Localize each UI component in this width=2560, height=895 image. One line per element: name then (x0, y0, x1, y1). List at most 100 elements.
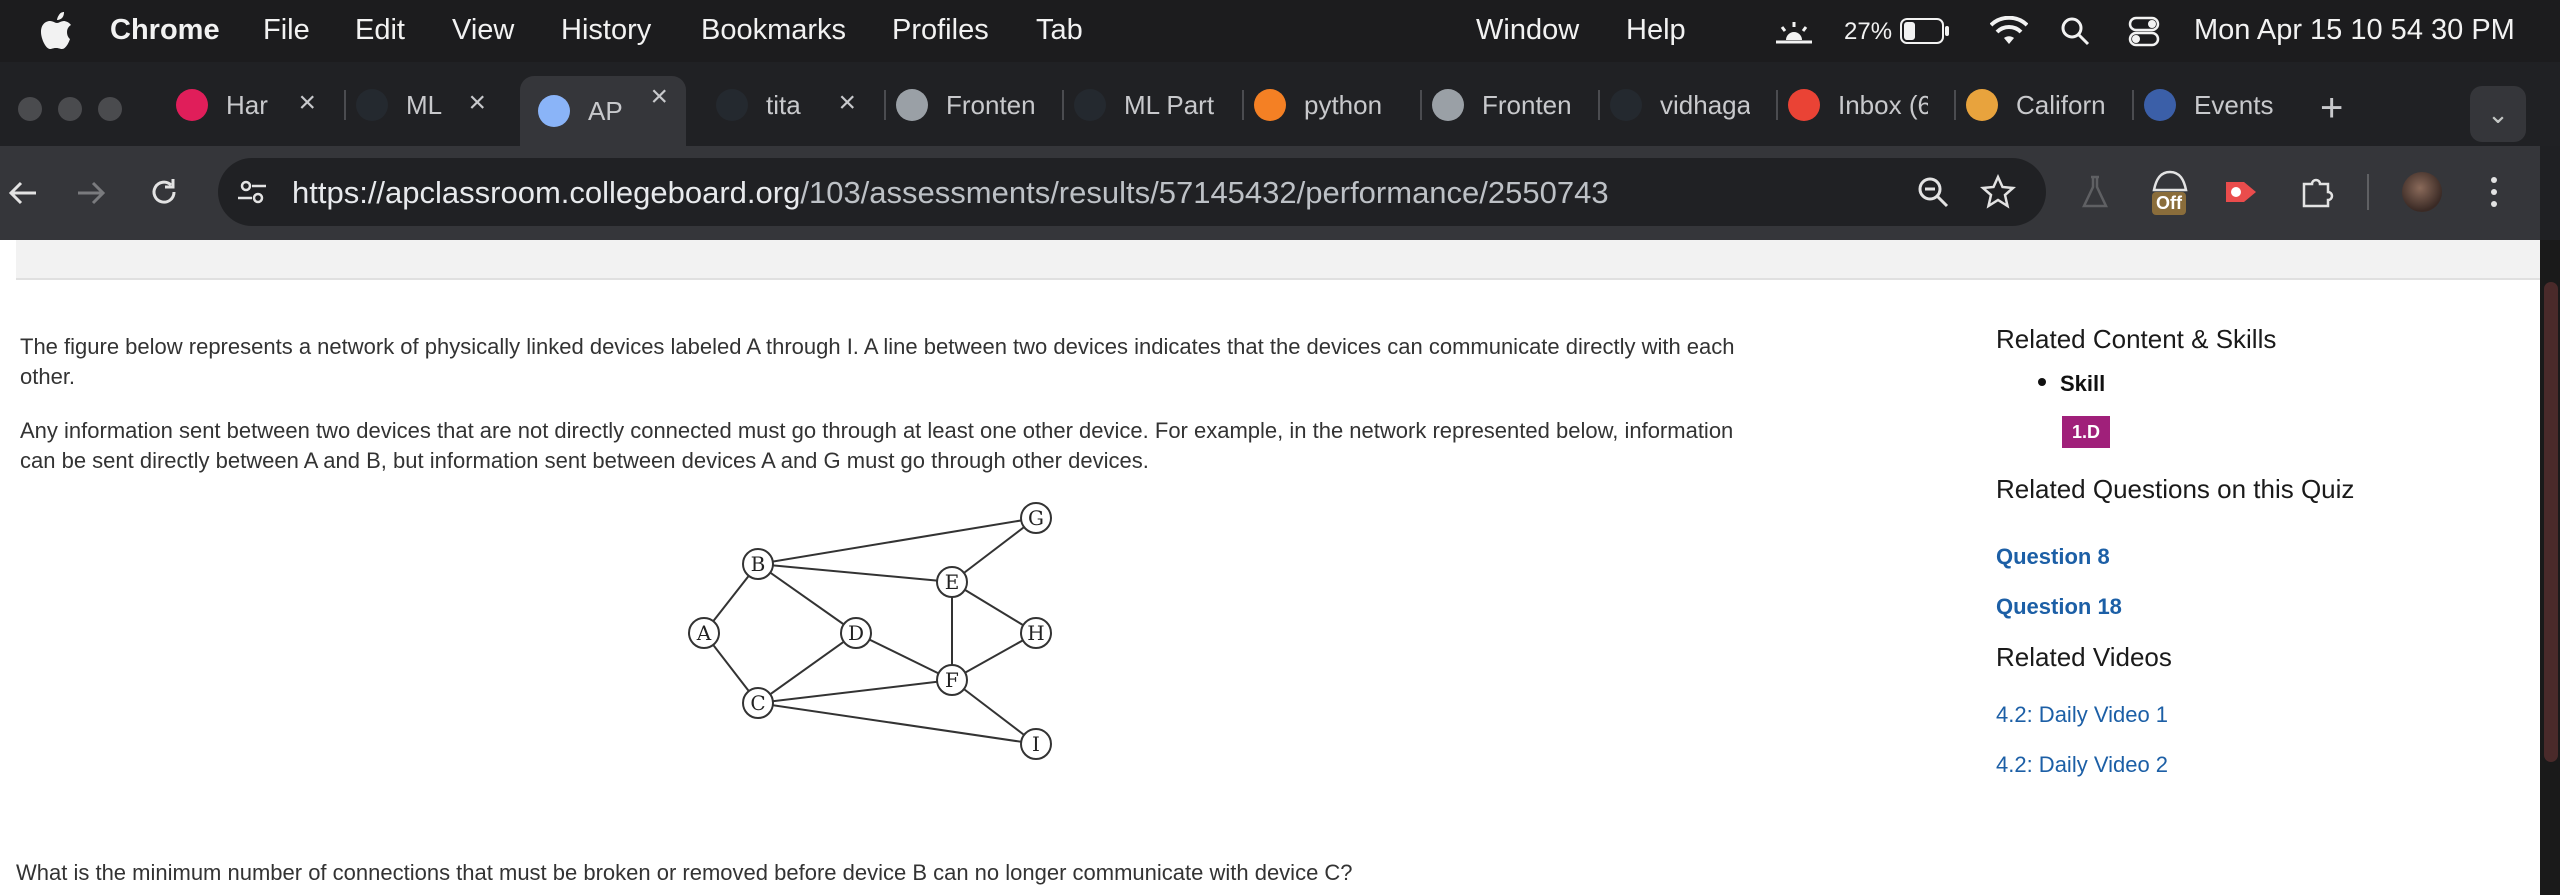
network-edge-C-F (757, 679, 953, 704)
menu-file[interactable]: File (263, 14, 310, 47)
menu-window[interactable]: Window (1476, 14, 1579, 47)
browser-tab[interactable]: AP × (520, 76, 686, 146)
site-info-icon[interactable] (236, 176, 268, 208)
tab-separator (1598, 90, 1600, 120)
menu-app-chrome[interactable]: Chrome (110, 14, 220, 47)
browser-tab[interactable]: ML × (356, 82, 486, 128)
tab-search-chevron-icon[interactable]: ⌄ (2470, 86, 2526, 142)
macos-menubar: Chrome File Edit View History Bookmarks … (0, 0, 2560, 62)
tab-title: Inbox (6 (1838, 89, 1928, 120)
browser-tab[interactable]: python (1254, 82, 1394, 128)
slack-icon (176, 89, 208, 121)
menu-profiles[interactable]: Profiles (892, 14, 989, 47)
bookmark-star-icon[interactable] (1980, 174, 2016, 210)
network-node-I: I (1020, 728, 1052, 760)
daily-video-2-link[interactable]: 4.2: Daily Video 2 (1996, 752, 2168, 778)
browser-tab[interactable]: Fronten (1432, 82, 1572, 128)
browser-tab[interactable]: Har × (176, 82, 316, 128)
battery-icon[interactable] (1900, 18, 1950, 44)
network-node-A: A (688, 617, 720, 649)
extension-off-label: Off (2152, 192, 2186, 215)
window-zoom-button[interactable] (98, 97, 122, 121)
tab-title: AP (588, 95, 623, 126)
network-edge-B-G (757, 517, 1037, 565)
back-arrow-icon[interactable] (8, 178, 38, 208)
browser-tab[interactable]: tita × (716, 82, 856, 128)
tab-title: python (1304, 89, 1383, 120)
question-prompt-text: What is the minimum number of connection… (16, 860, 1353, 885)
tab-title: ML Part (1124, 89, 1215, 120)
brightness-icon[interactable] (1774, 16, 1814, 46)
browser-tab[interactable]: ML Part (1074, 82, 1224, 128)
browser-tab[interactable]: Events (2144, 82, 2274, 128)
tab-separator (1062, 90, 1064, 120)
apple-icon[interactable] (40, 12, 74, 50)
forward-arrow-icon[interactable] (76, 178, 106, 208)
window-close-button[interactable] (18, 97, 42, 121)
extensions-puzzle-icon[interactable] (2298, 174, 2334, 210)
web-icon (1432, 89, 1464, 121)
browser-tab[interactable]: Inbox (6 (1788, 82, 1928, 128)
web-icon (896, 89, 928, 121)
tab-title: ML (406, 89, 443, 120)
menu-history[interactable]: History (561, 14, 651, 47)
extension-red-icon[interactable] (2222, 176, 2258, 208)
question-18-link[interactable]: Question 18 (1996, 594, 2122, 620)
zoom-out-icon[interactable] (1917, 176, 1949, 208)
network-node-G: G (1020, 502, 1052, 534)
browser-tab[interactable]: Californ (1966, 82, 2106, 128)
globe-icon (538, 95, 570, 127)
extension-flask-icon[interactable] (2080, 174, 2110, 210)
github-icon (356, 89, 388, 121)
extension-off-badge[interactable]: Off (2150, 166, 2190, 218)
tab-title: Har (226, 89, 268, 120)
control-center-icon[interactable] (2128, 15, 2160, 47)
close-tab-icon[interactable]: × (298, 86, 316, 120)
related-questions-heading: Related Questions on this Quiz (1996, 474, 2355, 504)
network-edge-C-I (757, 702, 1037, 745)
skill-badge[interactable]: 1.D (2062, 416, 2111, 448)
tab-title: tita (766, 89, 801, 120)
tab-separator (1242, 90, 1244, 120)
tab-separator (1954, 90, 1956, 120)
network-node-C: C (742, 687, 774, 719)
network-diagram: A B C D E F G H I (688, 502, 1052, 760)
browser-tab[interactable]: vidhaga (1610, 82, 1750, 128)
network-node-F: F (936, 664, 968, 696)
menu-bookmarks[interactable]: Bookmarks (701, 14, 846, 47)
url-text[interactable]: https://apclassroom.collegeboard.org/103… (292, 175, 1609, 211)
search-icon[interactable] (2060, 16, 2090, 46)
menu-view[interactable]: View (452, 14, 514, 47)
menu-tab[interactable]: Tab (1036, 14, 1083, 47)
skill-bullet (2038, 378, 2046, 386)
wifi-icon[interactable] (1990, 16, 2028, 46)
node-label: G (1028, 506, 1044, 530)
menubar-clock[interactable]: Mon Apr 15 10 54 30 PM (2194, 14, 2515, 47)
tab-title: Events (2194, 89, 2274, 120)
stackoverflow-icon (1254, 89, 1286, 121)
github-icon (716, 89, 748, 121)
page-scrollbar-thumb[interactable] (2544, 282, 2558, 762)
close-tab-icon[interactable]: × (468, 86, 486, 120)
daily-video-1-link[interactable]: 4.2: Daily Video 1 (1996, 702, 2168, 728)
question-8-link[interactable]: Question 8 (1996, 544, 2110, 570)
node-label: C (750, 691, 765, 715)
new-tab-plus-icon[interactable]: + (2320, 88, 2343, 128)
tab-title: Fronten (1482, 89, 1572, 120)
menu-help[interactable]: Help (1626, 14, 1686, 47)
node-label: B (751, 552, 766, 576)
close-tab-icon[interactable]: × (650, 80, 668, 114)
profile-avatar[interactable] (2402, 172, 2442, 212)
tab-separator (1776, 90, 1778, 120)
menu-edit[interactable]: Edit (355, 14, 405, 47)
reload-icon[interactable] (148, 176, 180, 208)
browser-tab[interactable]: Fronten (896, 82, 1036, 128)
question-detail-text: Any information sent between two devices… (20, 418, 1734, 473)
url-host: https://apclassroom.collegeboard.org (292, 175, 801, 210)
network-node-B: B (742, 548, 774, 580)
kebab-menu-icon[interactable] (2484, 174, 2504, 210)
close-tab-icon[interactable]: × (838, 86, 856, 120)
window-minimize-button[interactable] (58, 97, 82, 121)
related-videos-heading: Related Videos (1996, 642, 2172, 672)
tab-separator (2132, 90, 2134, 120)
